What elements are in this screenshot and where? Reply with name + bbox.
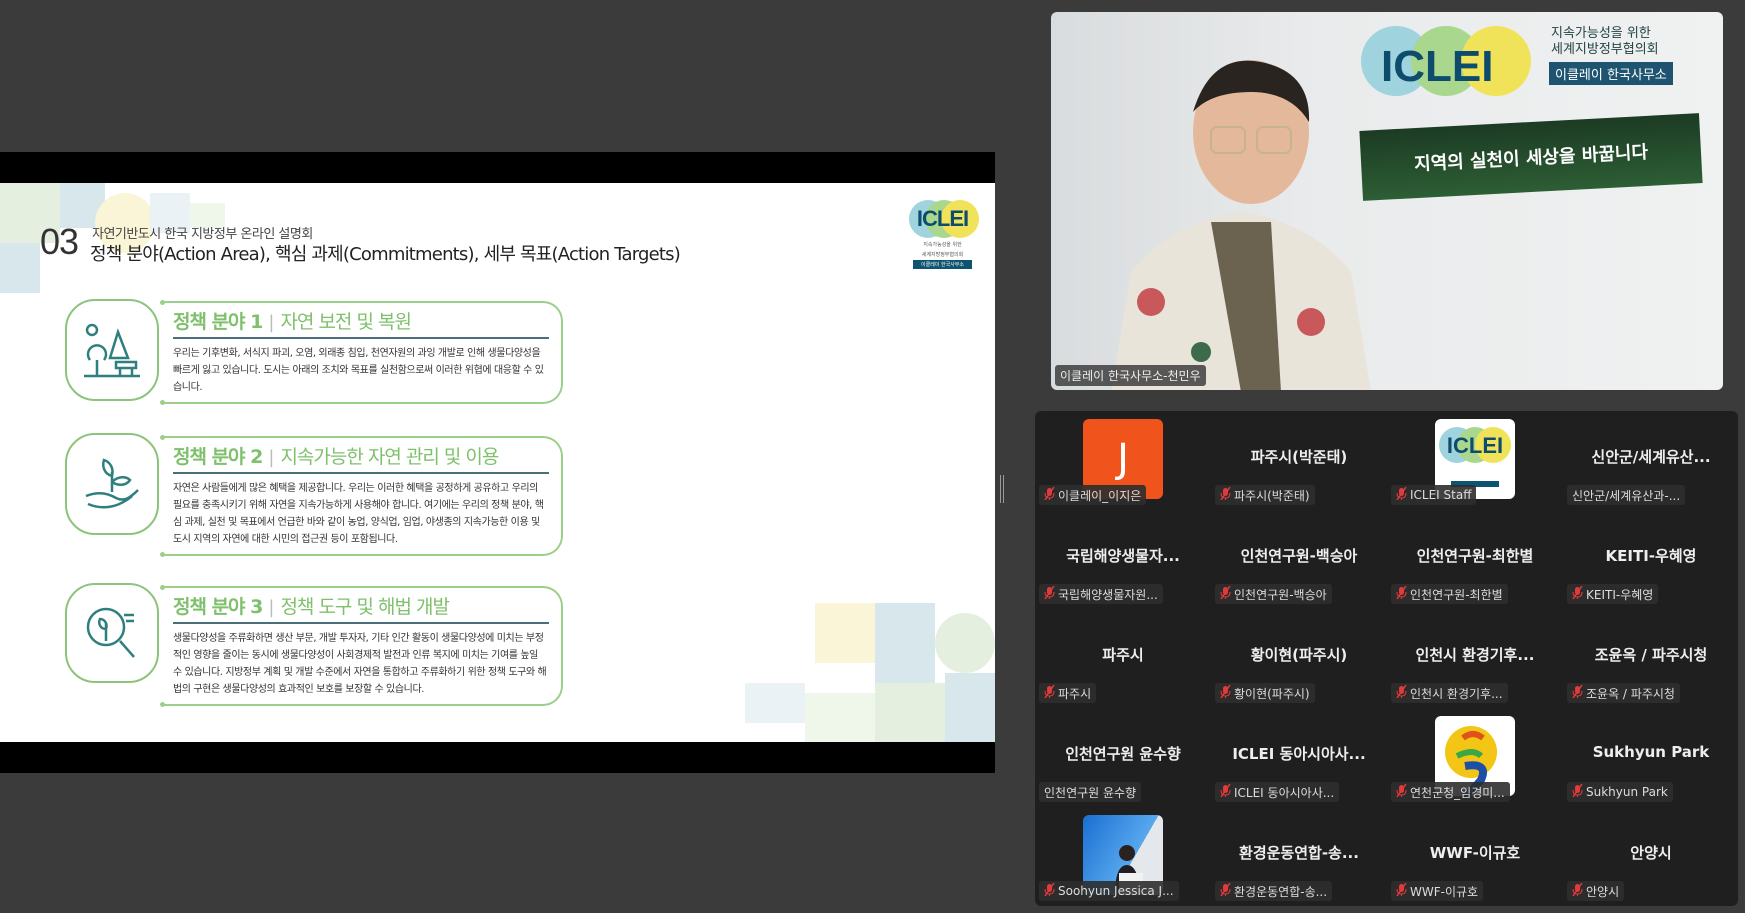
muted-mic-icon	[1396, 585, 1407, 602]
participant-tile[interactable]: Soohyun Jessica J...	[1035, 807, 1211, 906]
participant-name-label: 이클레이_이지은	[1039, 485, 1147, 505]
participant-display-name: 황이현(파주시)	[1250, 646, 1348, 664]
park-icon	[65, 299, 159, 401]
participant-tile[interactable]: 환경운동연합-송... 환경운동연합-송...	[1211, 807, 1387, 906]
decorative-pattern	[745, 603, 995, 742]
policy-card-1: 정책 분야 1 | 자연 보전 및 복원 우리는 기후변화, 서식지 파괴, 오염,…	[160, 300, 563, 405]
participant-tile[interactable]: 인천연구원-백승아 인천연구원-백승아	[1211, 510, 1387, 609]
speaker-figure	[1111, 60, 1371, 390]
participant-display-name: 국립해양생물자...	[1066, 547, 1180, 565]
sign-badge: 이클레이 한국사무소	[1549, 62, 1673, 85]
muted-mic-icon	[1396, 486, 1407, 503]
muted-mic-icon	[1396, 882, 1407, 899]
participant-display-name: 파주시(박준태)	[1250, 448, 1348, 466]
participant-tile[interactable]: ICLEI ICLEI Staff	[1387, 411, 1563, 510]
participant-display-name: 인천연구원 윤수향	[1065, 745, 1181, 763]
muted-mic-icon	[1572, 882, 1583, 899]
participant-name-label: Sukhyun Park	[1567, 782, 1673, 802]
participant-name-label: 인천연구원-최한별	[1391, 584, 1508, 604]
participant-name-label: 연천군청_임경미...	[1391, 782, 1510, 802]
participant-tile[interactable]: ICLEI 동아시아사... ICLEI 동아시아사...	[1211, 708, 1387, 807]
participant-display-name: 인천연구원-백승아	[1240, 547, 1358, 565]
muted-mic-icon	[1220, 882, 1231, 899]
participant-tile[interactable]: WWF-이규호 WWF-이규호	[1387, 807, 1563, 906]
muted-mic-icon	[1572, 783, 1583, 800]
participant-tile[interactable]: 국립해양생물자... 국립해양생물자원...	[1035, 510, 1211, 609]
sign-text: 지속가능성을 위한 세계지방정부협의회	[1551, 26, 1659, 57]
participant-tile[interactable]: 인천시 환경기후... 인천시 환경기후...	[1387, 609, 1563, 708]
muted-mic-icon	[1220, 684, 1231, 701]
muted-mic-icon	[1220, 585, 1231, 602]
svg-text:ICLEI: ICLEI	[1447, 433, 1503, 458]
participant-tile[interactable]: 연천군청_임경미...	[1387, 708, 1563, 807]
participant-display-name: 신안군/세계유산...	[1591, 448, 1711, 466]
policy-card-2: 정책 분야 2 | 지속가능한 자연 관리 및 이용 자연은 사람들에게 많은 혜택…	[160, 435, 563, 557]
muted-mic-icon	[1220, 486, 1231, 503]
participant-tile[interactable]: J 이클레이_이지은	[1035, 411, 1211, 510]
slide-title: 정책 분야(Action Area), 핵심 과제(Commitments), …	[90, 244, 681, 265]
muted-mic-icon	[1220, 783, 1231, 800]
participant-gallery: J 이클레이_이지은 파주시(박준태) 파주시(박준태) ICLEI ICLEI Staf…	[1035, 411, 1738, 906]
participant-display-name: 조윤옥 / 파주시청	[1594, 646, 1708, 664]
participant-tile[interactable]: 조윤옥 / 파주시청 조윤옥 / 파주시청	[1563, 609, 1739, 708]
participant-display-name: 인천시 환경기후...	[1415, 646, 1535, 664]
participant-display-name: Sukhyun Park	[1592, 743, 1710, 761]
participant-tile[interactable]: 인천연구원-최한별 인천연구원-최한별	[1387, 510, 1563, 609]
participant-display-name: 안양시	[1630, 844, 1672, 862]
participant-name-label: ICLEI 동아시아사...	[1215, 782, 1340, 802]
plant-in-hand-icon	[65, 433, 159, 535]
participant-tile[interactable]: 안양시 안양시	[1563, 807, 1739, 906]
participant-display-name: WWF-이규호	[1429, 844, 1521, 862]
participant-name-label: WWF-이규호	[1391, 881, 1484, 901]
participant-tile[interactable]: KEITI-우혜영 KEITI-우혜영	[1563, 510, 1739, 609]
muted-mic-icon	[1044, 882, 1055, 899]
participant-tile[interactable]: 파주시 파주시	[1035, 609, 1211, 708]
participant-name-label: 인천시 환경기후...	[1391, 683, 1508, 703]
participant-name-label: 국립해양생물자원...	[1039, 584, 1163, 604]
participant-name-label: 신안군/세계유산과-...	[1567, 485, 1686, 505]
active-speaker-video[interactable]: ICLEI 지속가능성을 위한 세계지방정부협의회 이클레이 한국사무소 지역의 …	[1051, 12, 1723, 390]
muted-mic-icon	[1396, 783, 1407, 800]
participant-display-name: 인천연구원-최한별	[1416, 547, 1534, 565]
participant-tile[interactable]: Sukhyun Park Sukhyun Park	[1563, 708, 1739, 807]
magnifier-plant-icon	[65, 583, 159, 683]
participant-display-name: 파주시	[1102, 646, 1144, 664]
participant-display-name: KEITI-우혜영	[1605, 547, 1697, 565]
participant-name-label: 파주시(박준태)	[1215, 485, 1315, 505]
shared-screen: 03 자연기반도시 한국 지방정부 온라인 설명회 정책 분야(Action A…	[0, 152, 995, 773]
muted-mic-icon	[1044, 684, 1055, 701]
participant-display-name: 환경운동연합-송...	[1239, 844, 1359, 862]
muted-mic-icon	[1396, 684, 1407, 701]
speaker-name-label: 이클레이 한국사무소-천민우	[1055, 365, 1206, 386]
participant-tile[interactable]: 파주시(박준태) 파주시(박준태)	[1211, 411, 1387, 510]
muted-mic-icon	[1044, 585, 1055, 602]
participant-display-name: ICLEI 동아시아사...	[1232, 745, 1366, 763]
iclei-logo: ICLEI 지속가능성을 위한 세계지방정부협의회 이클레이 한국사무소	[905, 200, 980, 269]
resize-splitter-handle[interactable]	[1000, 475, 1004, 503]
muted-mic-icon	[1572, 585, 1583, 602]
participant-name-label: 인천연구원-백승아	[1215, 584, 1332, 604]
participant-name-label: 파주시	[1039, 683, 1097, 703]
section-number: 03	[40, 221, 79, 262]
participant-name-label: 조윤옥 / 파주시청	[1567, 683, 1680, 703]
participant-name-label: Soohyun Jessica J...	[1039, 881, 1179, 901]
policy-card-3: 정책 분야 3 | 정책 도구 및 해법 개발 생물다양성을 주류화하면 생산 부문…	[160, 585, 563, 707]
participant-name-label: 인천연구원 윤수향	[1039, 782, 1142, 802]
muted-mic-icon	[1044, 486, 1055, 503]
participant-tile[interactable]: 신안군/세계유산... 신안군/세계유산과-...	[1563, 411, 1739, 510]
participant-name-label: KEITI-우혜영	[1567, 584, 1659, 604]
participant-name-label: ICLEI Staff	[1391, 485, 1477, 505]
participant-tile[interactable]: 황이현(파주시) 황이현(파주시)	[1211, 609, 1387, 708]
participant-name-label: 환경운동연합-송...	[1215, 881, 1333, 901]
participant-name-label: 황이현(파주시)	[1215, 683, 1315, 703]
muted-mic-icon	[1572, 684, 1583, 701]
participant-tile[interactable]: 인천연구원 윤수향 인천연구원 윤수향	[1035, 708, 1211, 807]
participant-name-label: 안양시	[1567, 881, 1625, 901]
presentation-slide: 03 자연기반도시 한국 지방정부 온라인 설명회 정책 분야(Action A…	[0, 183, 995, 742]
